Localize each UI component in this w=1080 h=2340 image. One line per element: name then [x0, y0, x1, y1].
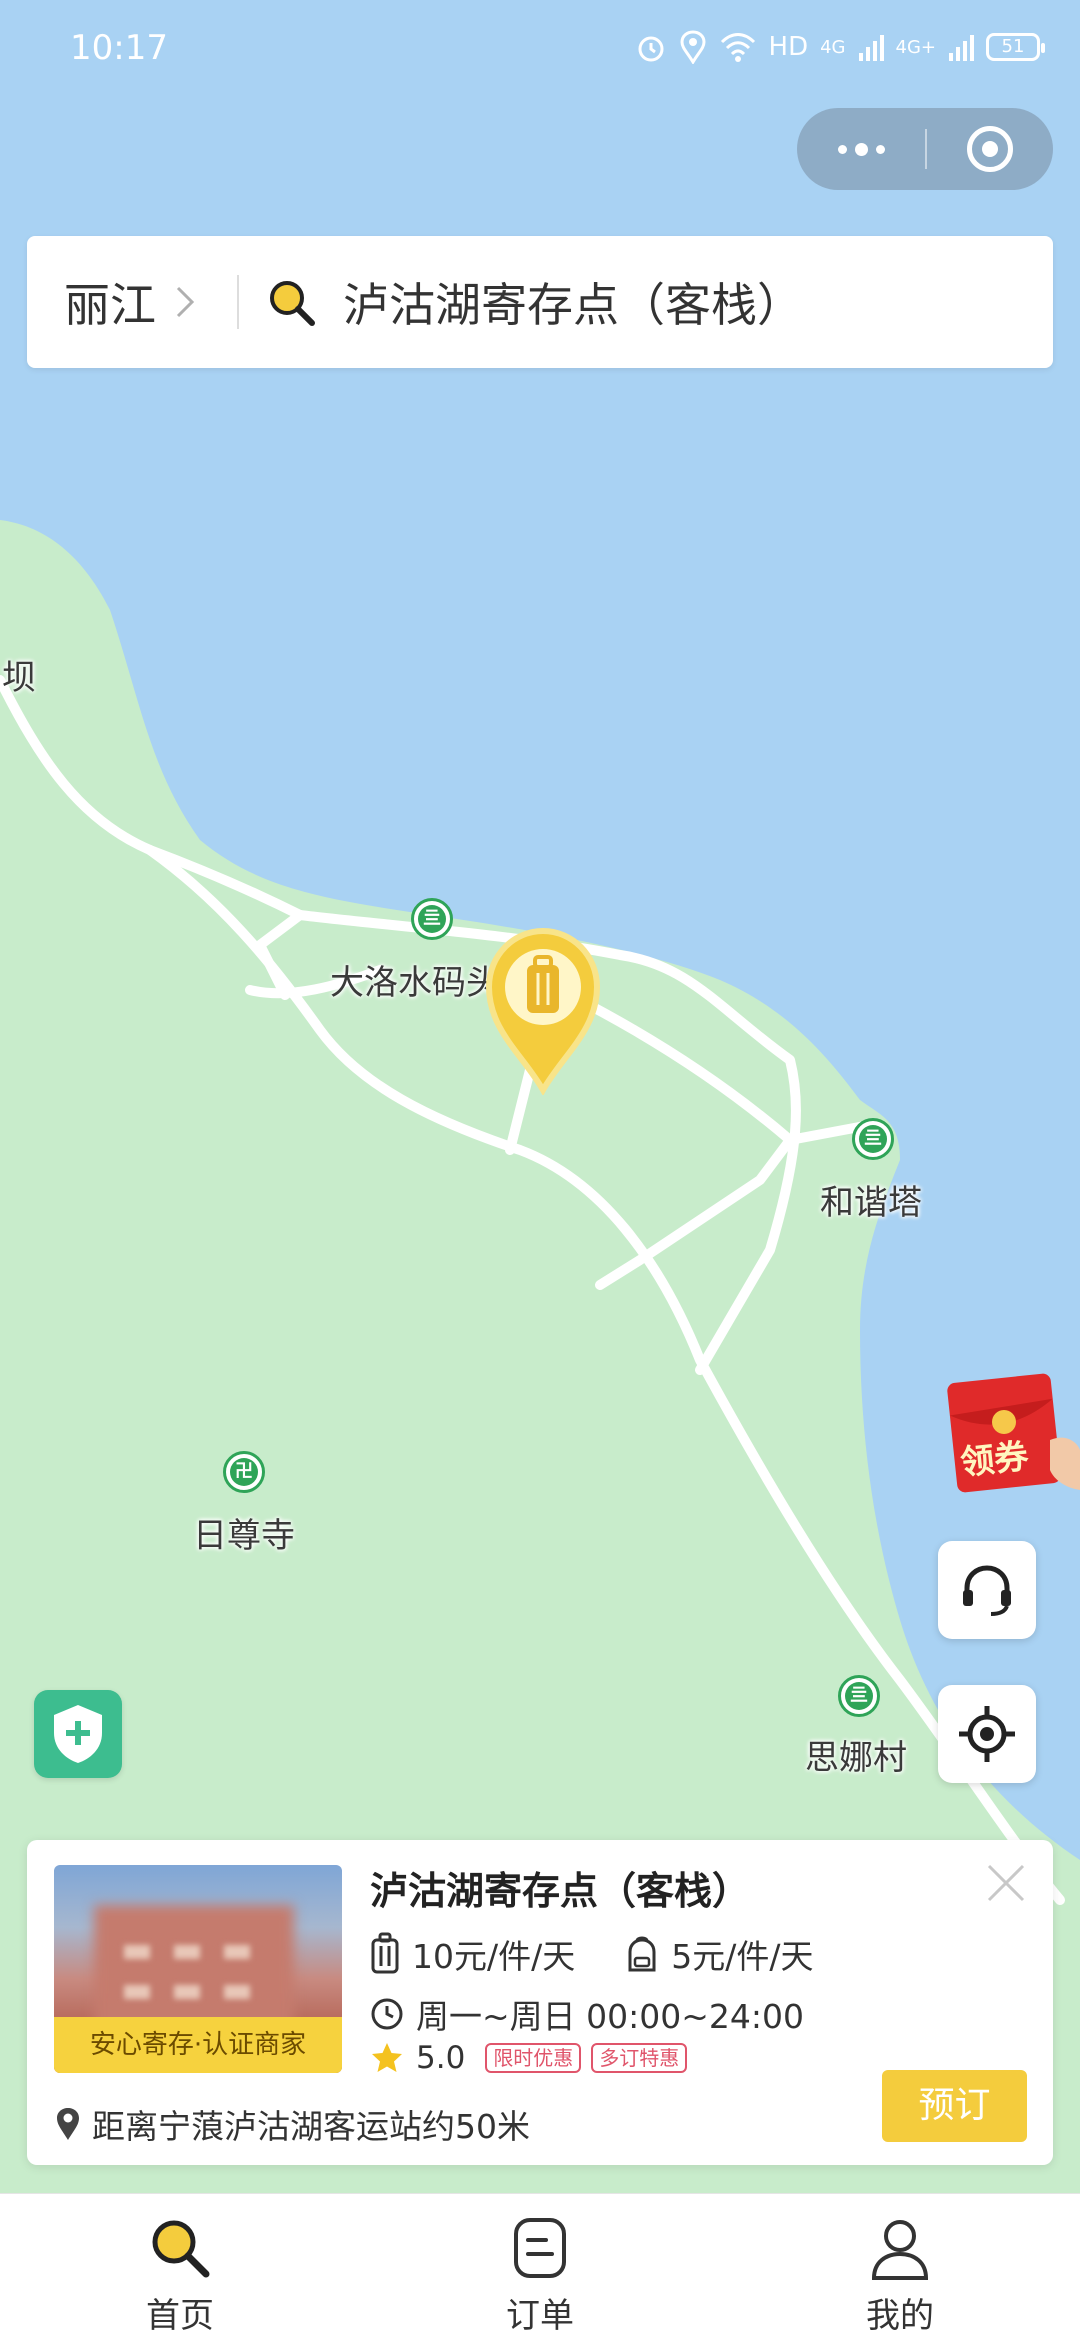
alarm-icon: [638, 36, 664, 62]
promo-tag-multi: 多订特惠: [591, 2043, 688, 2073]
customer-service-button[interactable]: [938, 1541, 1036, 1639]
map-label-pier: 大洛水码头: [330, 963, 500, 1003]
search-input[interactable]: 泸沽湖寄存点（客栈）: [239, 269, 1053, 335]
suitcase-icon: [371, 1932, 399, 1974]
wifi-icon: [720, 33, 755, 62]
search-icon: [152, 2220, 210, 2278]
opening-hours-row: 周一~周日 00:00~24:00: [370, 1990, 804, 2038]
more-menu-button[interactable]: [797, 108, 925, 190]
tab-profile-label: 我的: [866, 2296, 934, 2336]
close-icon[interactable]: [981, 1858, 1031, 1908]
tab-home[interactable]: 首页: [0, 2194, 360, 2340]
tab-orders-label: 订单: [506, 2296, 574, 2336]
battery-icon: 51: [986, 33, 1045, 61]
signal-1-icon: [858, 35, 884, 61]
pagoda-poi-icon: 亖: [852, 1118, 894, 1160]
distance-row: 距离宁蒗泸沽湖客运站约50米: [54, 2100, 530, 2148]
more-dot-icon: [854, 142, 868, 156]
reserve-button[interactable]: 预订: [882, 2070, 1027, 2142]
hd-label: HD: [768, 32, 809, 62]
tab-profile[interactable]: 我的: [720, 2194, 1080, 2340]
store-name: 泸沽湖寄存点（客栈）: [370, 1869, 751, 1913]
more-dot-icon: [875, 144, 885, 154]
bag-price-text: 5元/件/天: [671, 1937, 814, 1976]
search-icon: [270, 281, 315, 326]
search-bar: 丽江 泸沽湖寄存点（客栈）: [27, 236, 1053, 368]
headset-icon: [963, 1565, 1011, 1616]
star-icon: [372, 2043, 402, 2072]
verified-merchant-badge: 安心寄存·认证商家: [54, 2017, 342, 2073]
safety-shield-button[interactable]: [34, 1690, 122, 1778]
tab-orders[interactable]: 订单: [360, 2194, 720, 2340]
village-poi-icon: 亖: [838, 1675, 880, 1717]
map-label-edge: 坝: [2, 658, 36, 698]
map-label-village: 思娜村: [805, 1738, 907, 1778]
city-name: 丽江: [64, 278, 156, 332]
signal-2-label: 4G+: [895, 36, 936, 58]
luggage-price-text: 10元/件/天: [412, 1937, 576, 1976]
tab-home-label: 首页: [146, 2296, 214, 2336]
location-pin-icon: [57, 2108, 79, 2140]
luggage-price: 10元/件/天: [370, 1930, 575, 1978]
signal-1-label: 4G: [820, 36, 846, 58]
order-icon: [514, 2218, 566, 2278]
close-miniprogram-button[interactable]: [927, 108, 1053, 190]
map-label-temple: 日尊寺: [193, 1516, 295, 1556]
shield-plus-icon: [54, 1705, 102, 1763]
status-bar: 10:17 HD 4G 4G+ 51: [0, 0, 1080, 100]
miniprogram-capsule: [797, 108, 1053, 190]
price-row: 10元/件/天 5元/件/天: [370, 1930, 863, 1978]
close-target-icon: [967, 126, 1013, 172]
search-query-text: 泸沽湖寄存点（客栈）: [343, 278, 803, 332]
bag-price: 5元/件/天: [625, 1930, 813, 1978]
distance-text: 距离宁蒗泸沽湖客运站约50米: [92, 2107, 530, 2146]
tab-bar: 首页 订单 我的: [0, 2193, 1080, 2340]
location-icon: [680, 30, 706, 64]
store-photo: 安心寄存·认证商家: [54, 1865, 342, 2073]
signal-2-icon: [949, 35, 974, 61]
map-label-pagoda: 和谐塔: [820, 1183, 922, 1223]
locate-icon: [959, 1706, 1015, 1762]
opening-hours-text: 周一~周日 00:00~24:00: [416, 1997, 804, 2036]
user-icon: [871, 2220, 929, 2280]
status-icons: HD 4G 4G+ 51: [635, 30, 1045, 64]
coupon-button[interactable]: 领券: [946, 1370, 1080, 1500]
more-dot-icon: [837, 144, 847, 154]
backpack-icon: [628, 1936, 656, 1972]
rating-value: 5.0: [416, 2040, 466, 2076]
coupon-label: 领券: [958, 1436, 1031, 1484]
temple-poi-icon: 卍: [223, 1451, 265, 1493]
status-time: 10:17: [70, 28, 168, 68]
luggage-pin-icon[interactable]: [483, 925, 603, 1095]
rating-row: 5.0 限时优惠 多订特惠: [370, 2040, 697, 2076]
store-card[interactable]: 安心寄存·认证商家 泸沽湖寄存点（客栈） 10元/件/天 5元/件/天 周一~周…: [27, 1840, 1053, 2165]
locate-me-button[interactable]: [938, 1685, 1036, 1783]
chevron-right-icon: [176, 286, 195, 318]
city-selector[interactable]: 丽江: [27, 269, 237, 335]
promo-tag-limited: 限时优惠: [485, 2043, 582, 2073]
clock-icon: [371, 1998, 403, 2030]
pier-poi-icon: 亖: [411, 898, 453, 940]
